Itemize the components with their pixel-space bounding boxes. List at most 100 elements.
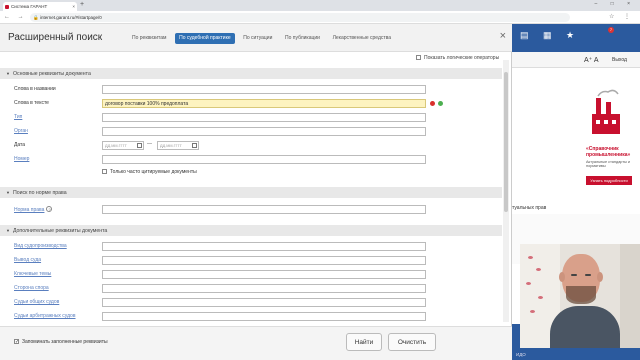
site-subbar: A⁺ A Выход: [512, 52, 640, 68]
cited-only-checkbox[interactable]: [102, 169, 107, 174]
notification-badge: 7: [608, 27, 614, 33]
scrollbar-thumb[interactable]: [504, 72, 508, 212]
tab-medicines[interactable]: Лекарственные средства: [329, 33, 395, 44]
site-toolbar-icons[interactable]: ▤ ▦ ★: [520, 30, 580, 41]
footer-link[interactable]: ИДО: [516, 352, 526, 357]
row-key-topics: Ключевые темы: [0, 270, 502, 280]
organ-input[interactable]: [102, 127, 426, 136]
norm-label[interactable]: Норма права?: [14, 206, 53, 213]
dialog-scrollbar[interactable]: [503, 60, 509, 322]
type-label[interactable]: Тип: [14, 114, 22, 120]
section-additional-requisites[interactable]: ▼ Дополнительные реквизиты документа: [0, 225, 502, 236]
board-mark: [528, 256, 533, 259]
date-from-placeholder: ДД.ММ.ГГГГ: [105, 144, 127, 148]
presenter-eye: [585, 274, 591, 276]
proceeding-type-label[interactable]: Вид судопроизводства: [14, 243, 67, 249]
section-additional-title: Дополнительные реквизиты документа: [12, 228, 108, 234]
calendar-icon[interactable]: [192, 143, 197, 148]
court-conclusion-label[interactable]: Вывод суда: [14, 257, 41, 263]
remember-label: Запоминать заполненные реквизиты: [22, 339, 108, 345]
date-from-input[interactable]: ДД.ММ.ГГГГ: [102, 141, 144, 150]
search-tabs: По реквизитам По судебной практике По си…: [128, 33, 398, 45]
browser-tabbar: Система ГАРАНТ × + – □ ×: [0, 0, 640, 11]
board-mark: [526, 282, 531, 285]
window-controls[interactable]: – □ ×: [595, 1, 637, 7]
text-words-label: Слова в тексте: [14, 100, 49, 106]
site-header: ▤ ▦ ★ 7: [512, 24, 640, 52]
section-norm-search[interactable]: ▼ Поиск по норме права: [0, 187, 502, 198]
font-size-control[interactable]: A⁺ A: [584, 56, 599, 64]
url-field[interactable]: 🔒 internet.garant.ru/#/startpage/0: [30, 13, 570, 22]
exit-link[interactable]: Выход: [612, 57, 627, 63]
row-date: Дата ДД.ММ.ГГГГ — ДД.ММ.ГГГГ: [0, 141, 502, 151]
dispute-party-label[interactable]: Сторона спора: [14, 285, 49, 291]
board-mark: [530, 310, 535, 313]
clear-button[interactable]: Очистить: [388, 333, 436, 351]
site-partial-text: туальных прав: [512, 205, 547, 211]
norm-input[interactable]: [102, 205, 426, 214]
presenter-ear: [597, 272, 603, 282]
row-norm: Норма права?: [0, 205, 502, 215]
factory-illustration-icon: [592, 89, 620, 134]
type-input[interactable]: [102, 113, 426, 122]
show-logic-operators[interactable]: Показать логические операторы: [416, 55, 499, 61]
promo-title: «Справочник промышленника»: [586, 146, 631, 158]
show-logic-checkbox[interactable]: [416, 55, 421, 61]
presenter-body: [550, 306, 620, 348]
key-topics-input[interactable]: [102, 270, 426, 279]
section-basic-title: Основные реквизиты документа: [12, 71, 91, 77]
tab-by-requisites[interactable]: По реквизитам: [128, 33, 171, 44]
date-range-dash: —: [147, 141, 152, 147]
tab-by-publication[interactable]: По публикации: [281, 33, 324, 44]
clear-field-icon[interactable]: [430, 101, 435, 106]
new-tab-button[interactable]: +: [80, 1, 84, 8]
row-dispute-party: Сторона спора: [0, 284, 502, 294]
name-words-input[interactable]: [102, 85, 426, 94]
dialog-close-icon[interactable]: ×: [500, 30, 506, 42]
section-norm-title: Поиск по норме права: [12, 190, 67, 196]
dispute-party-input[interactable]: [102, 284, 426, 293]
help-icon[interactable]: ?: [46, 206, 53, 212]
arbitration-judges-label[interactable]: Судьи арбитражных судов: [14, 313, 76, 319]
cited-only-option[interactable]: Только часто цитируемые документы: [102, 169, 302, 179]
collapse-triangle-icon: ▼: [6, 228, 10, 233]
tab-title: Система ГАРАНТ: [11, 4, 48, 9]
norm-label-text: Норма права: [14, 207, 45, 213]
remember-checkbox[interactable]: [14, 339, 19, 345]
date-to-input[interactable]: ДД.ММ.ГГГГ: [157, 141, 199, 150]
add-field-icon[interactable]: [438, 101, 443, 106]
presenter-ear: [559, 272, 565, 282]
board-mark: [536, 268, 541, 271]
general-judges-label[interactable]: Судьи общих судов: [14, 299, 59, 305]
key-topics-label[interactable]: Ключевые темы: [14, 271, 51, 277]
tab-court-practice[interactable]: По судебной практике: [175, 33, 235, 44]
section-basic-requisites[interactable]: ▼ Основные реквизиты документа: [0, 68, 502, 79]
proceeding-type-input[interactable]: [102, 242, 426, 251]
row-name-words: Слова в названии: [0, 85, 502, 95]
arbitration-judges-input[interactable]: [102, 312, 426, 321]
text-words-input[interactable]: договор поставки 100% предоплата: [102, 99, 426, 108]
tab-close-icon[interactable]: ×: [72, 2, 75, 11]
number-input[interactable]: [102, 155, 426, 164]
background-shelf: [620, 244, 640, 348]
find-button[interactable]: Найти: [346, 333, 382, 351]
calendar-icon[interactable]: [137, 143, 142, 148]
presenter-beard: [566, 286, 596, 304]
row-proceeding-type: Вид судопроизводства: [0, 242, 502, 252]
number-label[interactable]: Номер: [14, 156, 29, 162]
tab-by-situation[interactable]: По ситуации: [239, 33, 276, 44]
row-text-words: Слова в тексте договор поставки 100% пре…: [0, 99, 502, 109]
promo-subtitle: Актуальные стандарты и нормативы: [586, 160, 630, 168]
organ-label[interactable]: Орган: [14, 128, 28, 134]
general-judges-input[interactable]: [102, 298, 426, 307]
promo-banner[interactable]: «Справочник промышленника» Актуальные ст…: [560, 80, 640, 200]
court-conclusion-input[interactable]: [102, 256, 426, 265]
browser-tab[interactable]: Система ГАРАНТ ×: [3, 2, 77, 11]
date-label: Дата: [14, 142, 26, 148]
row-organ: Орган: [0, 127, 502, 137]
extension-icons[interactable]: ☆ ⋮: [609, 13, 634, 20]
dialog-header: Расширенный поиск По реквизитам По судеб…: [0, 24, 512, 52]
url-text: internet.garant.ru/#/startpage/0: [40, 15, 102, 20]
promo-button[interactable]: Узнать подробности: [586, 176, 632, 185]
remember-requisites-option[interactable]: Запоминать заполненные реквизиты: [14, 339, 108, 345]
